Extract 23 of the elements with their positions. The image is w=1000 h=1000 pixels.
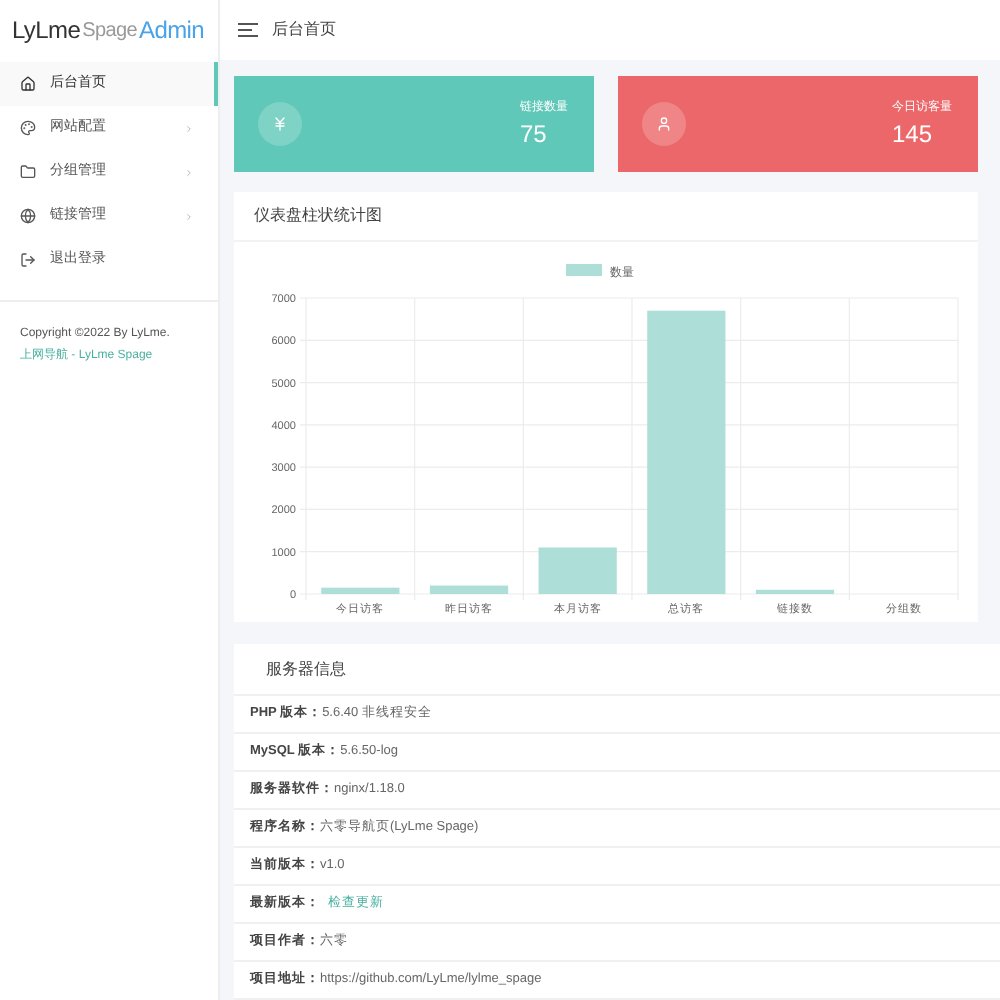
page-title: 后台首页 <box>272 18 336 42</box>
bar <box>755 589 835 594</box>
logout-icon <box>20 252 36 268</box>
folder-icon <box>20 164 36 180</box>
chevron-icon <box>184 211 194 221</box>
yen-icon <box>272 116 288 132</box>
stat-value: 145 <box>892 117 933 149</box>
globe-icon <box>20 208 36 224</box>
palette-icon <box>20 120 36 136</box>
chevron-icon <box>184 123 194 133</box>
logo-text: Spage <box>82 17 137 45</box>
stat-value: 75 <box>520 117 547 149</box>
menu-icon[interactable] <box>238 22 258 38</box>
bar <box>538 547 617 594</box>
chevron-icon <box>184 167 194 177</box>
home-icon <box>20 76 36 92</box>
logo-text: LyLme <box>12 14 81 48</box>
bar <box>429 585 509 594</box>
logo-text: Admin <box>139 14 205 48</box>
bar <box>321 587 400 594</box>
card-title: 仪表盘柱状统计图 <box>254 204 382 228</box>
user-icon <box>656 116 672 132</box>
card-title: 服务器信息 <box>266 657 346 681</box>
